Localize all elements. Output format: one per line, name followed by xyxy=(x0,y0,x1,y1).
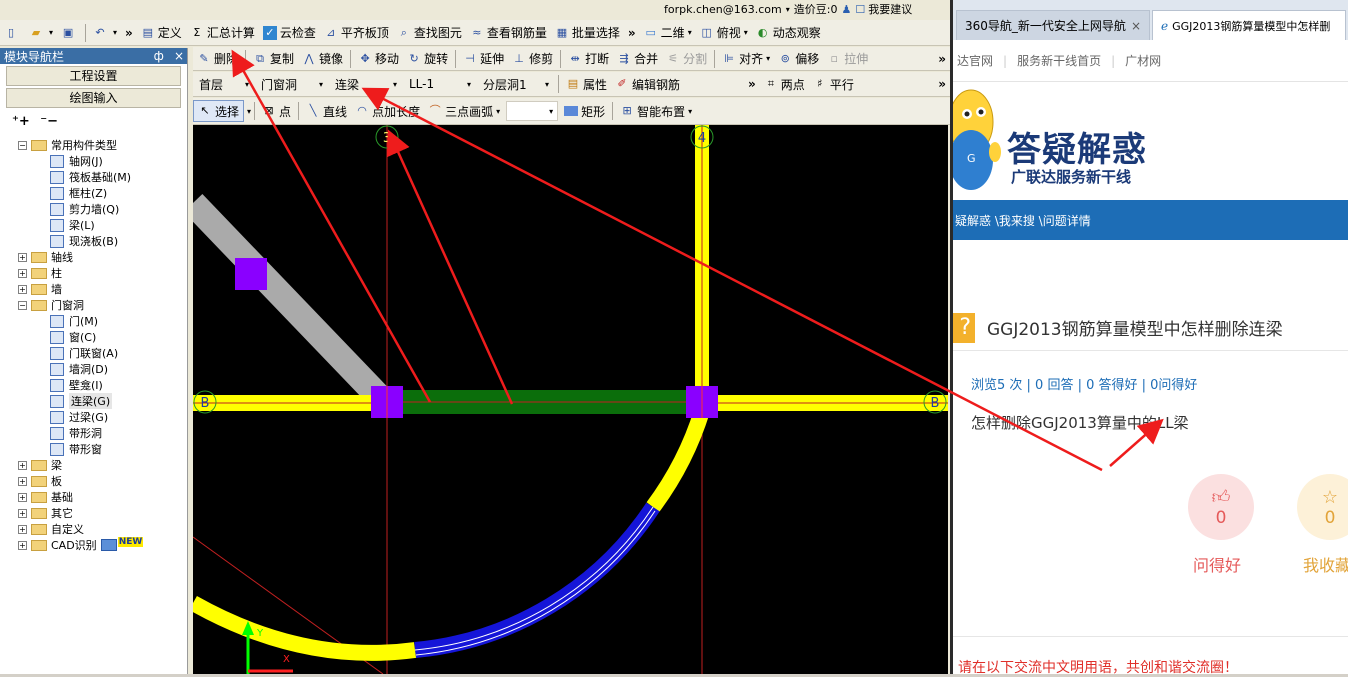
annotation-overlay xyxy=(231,49,1164,472)
arrow-to-type-select xyxy=(361,87,1103,472)
arrow-to-question xyxy=(1109,418,1164,467)
arrow-to-delete xyxy=(231,49,432,403)
